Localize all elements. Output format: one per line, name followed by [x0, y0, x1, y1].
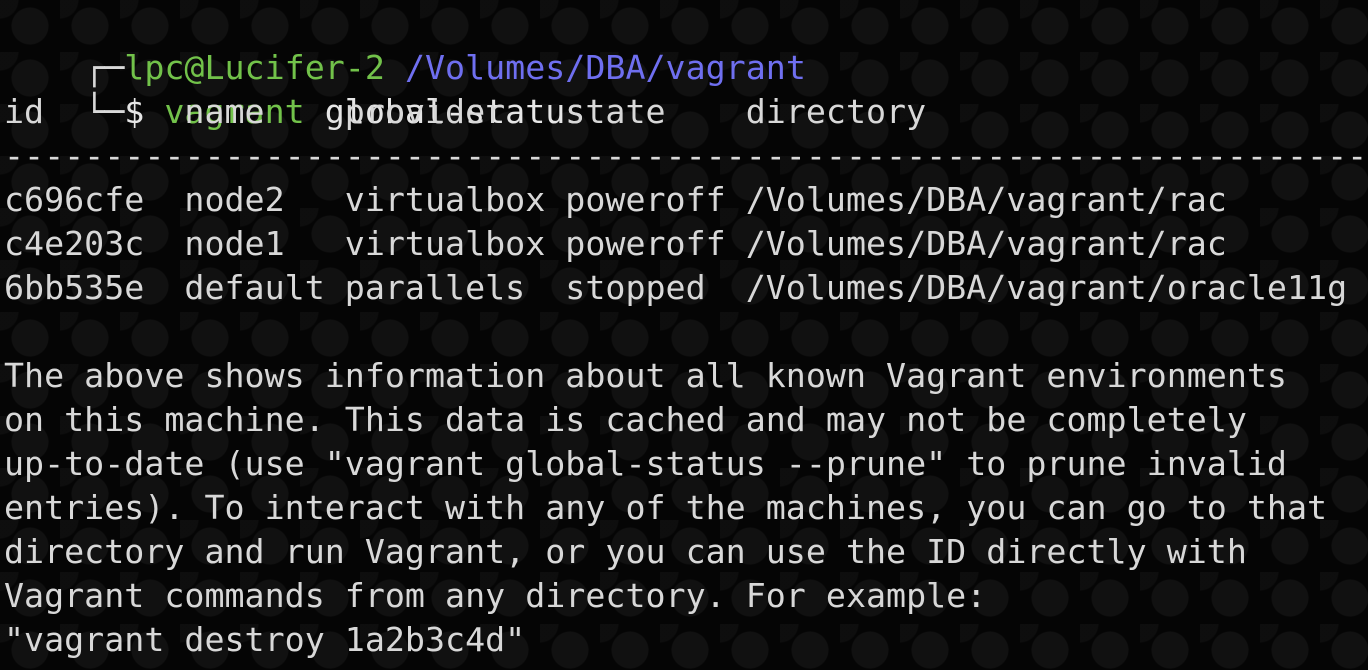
message-line: on this machine. This data is cached and… [4, 400, 1247, 439]
table-header: id name provider state directory [4, 92, 927, 131]
message-line: Vagrant commands from any directory. For… [4, 576, 987, 615]
table-row: c696cfe node2 virtualbox poweroff /Volum… [4, 180, 1227, 219]
table-separator: ----------------------------------------… [4, 136, 1368, 175]
message-line: directory and run Vagrant, or you can us… [4, 532, 1247, 571]
prompt-line-1: ┌─lpc@Lucifer-2 /Volumes/DBA/vagrant [4, 2, 806, 87]
message-line: up-to-date (use "vagrant global-status -… [4, 444, 1287, 483]
table-row: c4e203c node1 virtualbox poweroff /Volum… [4, 224, 1227, 263]
message-line: "vagrant destroy 1a2b3c4d" [4, 620, 526, 659]
prompt-line-2: └─$ vagrant global-status [4, 46, 585, 131]
terminal-window[interactable]: ┌─lpc@Lucifer-2 /Volumes/DBA/vagrant └─$… [0, 0, 1368, 670]
message-line: The above shows information about all kn… [4, 356, 1287, 395]
table-row: 6bb535e default parallels stopped /Volum… [4, 268, 1348, 307]
message-line: entries). To interact with any of the ma… [4, 488, 1328, 527]
